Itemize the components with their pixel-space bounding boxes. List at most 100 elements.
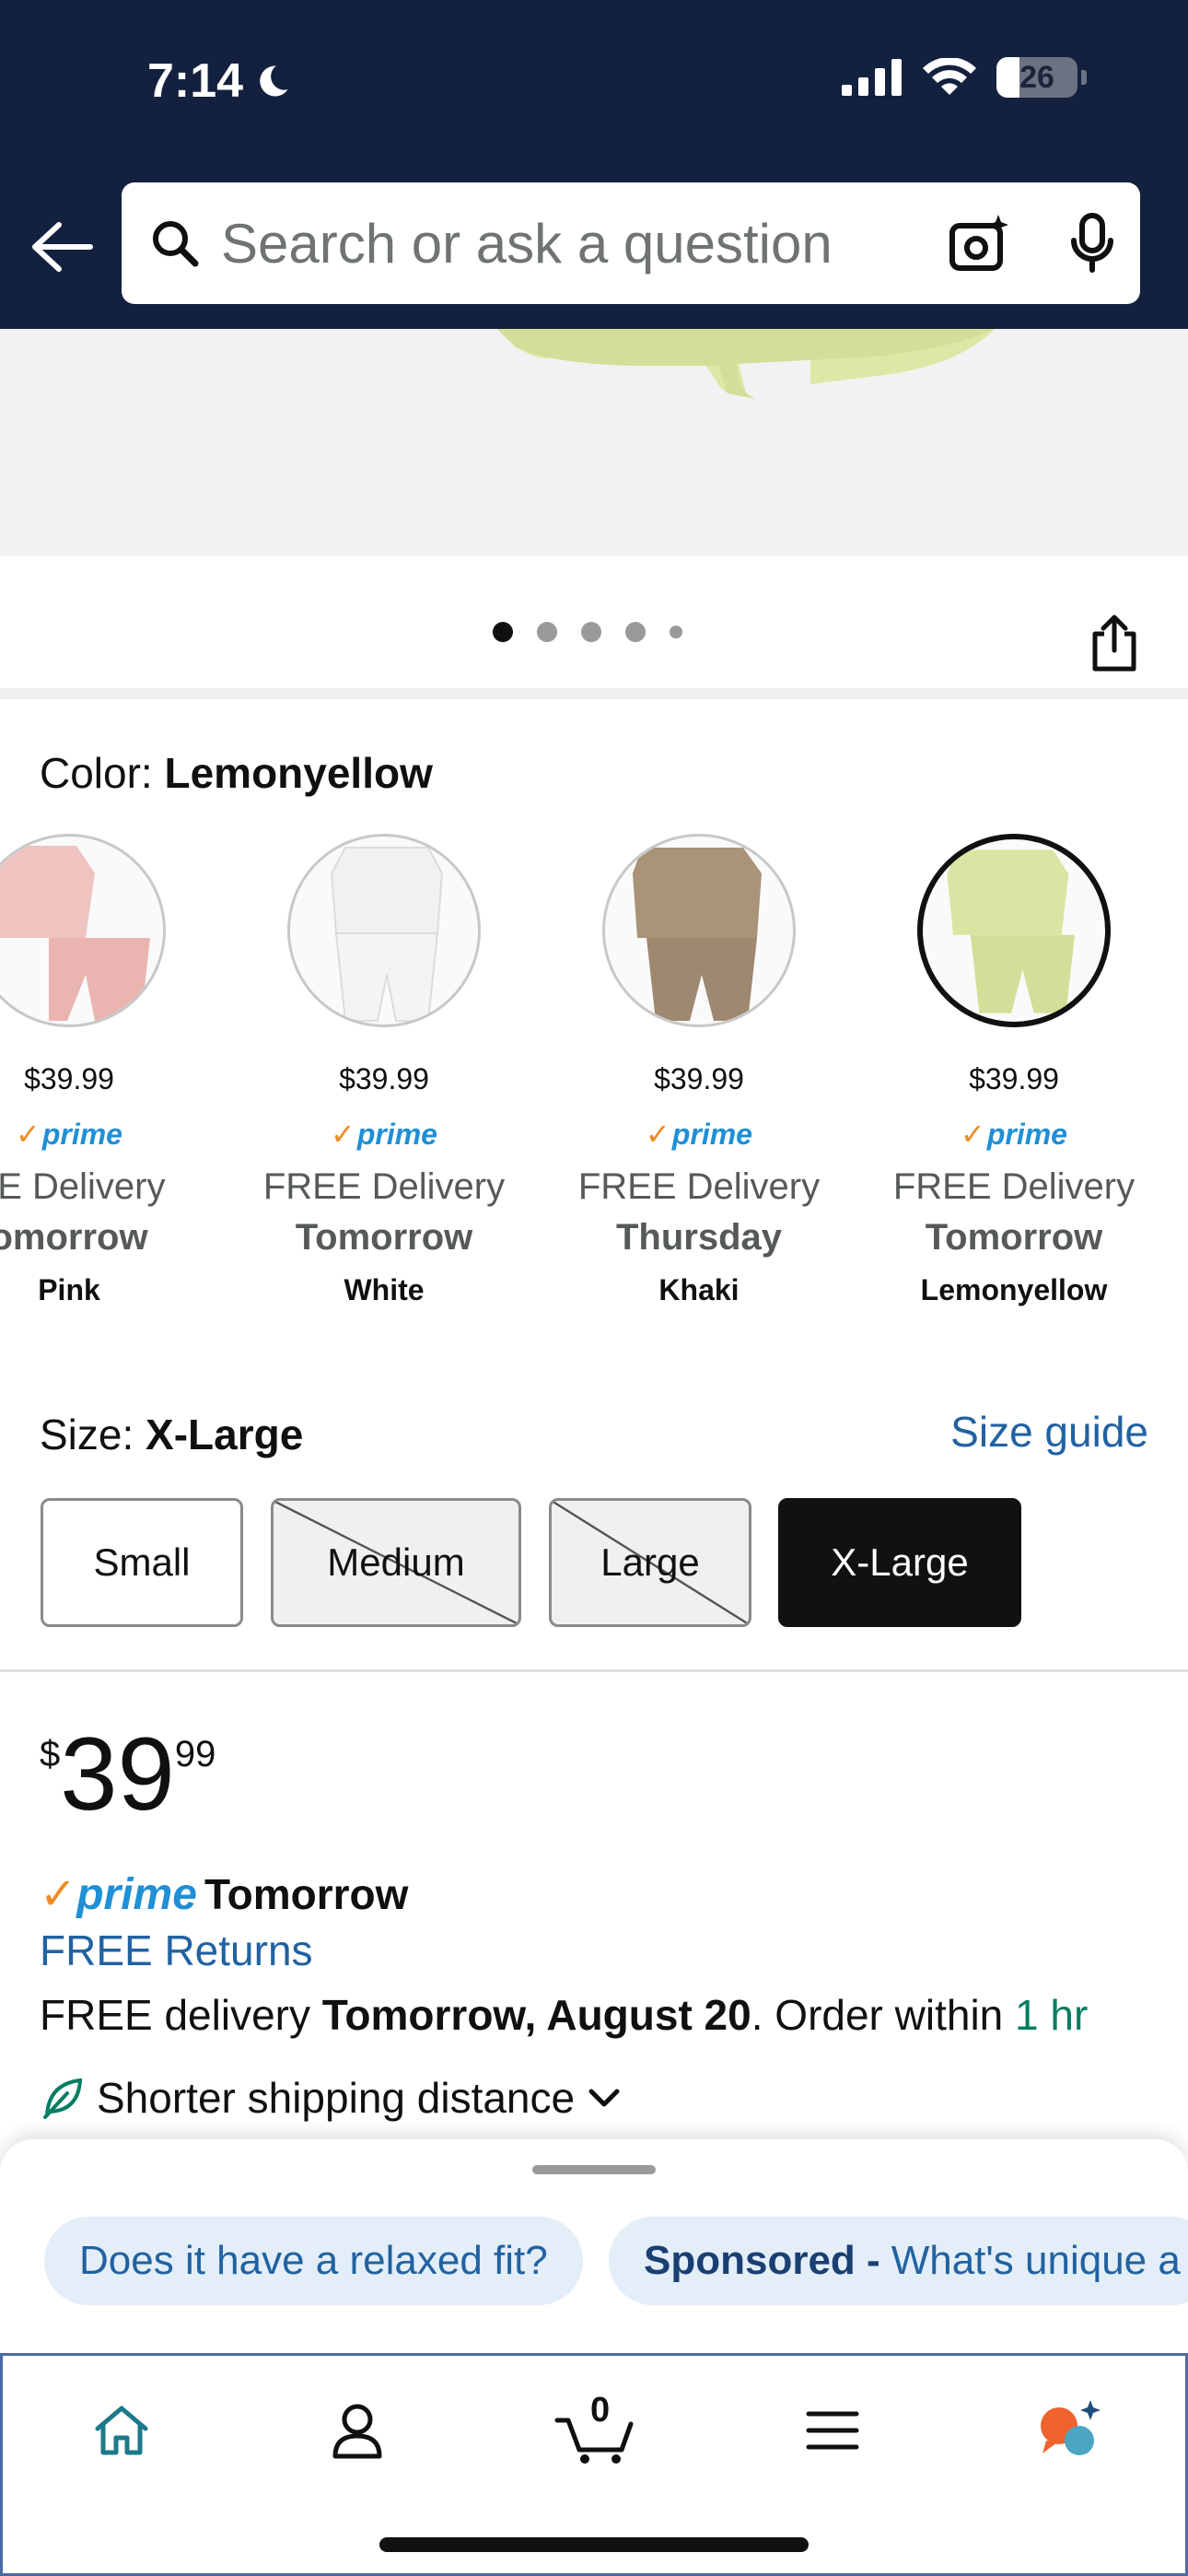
rufus-icon <box>1041 2400 1101 2455</box>
top-header: 7:14 26 Search or ask a question <box>0 0 1188 329</box>
home-icon <box>95 2406 148 2455</box>
nav-cart[interactable]: 0 <box>544 2389 646 2472</box>
share-button[interactable] <box>1087 611 1142 675</box>
suggestion-chip[interactable]: Does it have a relaxed fit? <box>44 2217 583 2305</box>
chevron-down-icon <box>588 2089 620 2107</box>
prime-delivery-line: ✓ prime Tomorrow <box>40 1868 408 1920</box>
prime-check-icon: ✓ <box>331 1118 355 1151</box>
delivery-middle: . Order within <box>751 1991 1016 2039</box>
pager-dot[interactable] <box>493 622 513 642</box>
nav-menu[interactable] <box>782 2389 883 2472</box>
product-photo-shorts <box>497 329 995 399</box>
nav-account[interactable] <box>307 2389 408 2472</box>
prime-badge: ✓ prime <box>552 1117 846 1152</box>
swatch-image <box>0 834 166 1027</box>
prime-delivery-day: Tomorrow <box>204 1870 409 1918</box>
nav-rufus[interactable] <box>1019 2389 1121 2472</box>
suggestion-sheet: Does it have a relaxed fit? Sponsored -W… <box>0 2139 1188 2353</box>
delivery-date: Tomorrow, August 20 <box>321 1991 751 2039</box>
chip-text: Does it have a relaxed fit? <box>79 2238 548 2283</box>
swatch-delivery-day: omorrow <box>0 1217 148 1258</box>
size-option-small[interactable]: Small <box>41 1498 243 1627</box>
suggestion-chip-sponsored[interactable]: Sponsored - What's unique a <box>609 2217 1188 2305</box>
prime-text: prime <box>356 1117 437 1151</box>
product-image[interactable] <box>0 329 1188 556</box>
size-option-label: Small <box>93 1540 191 1584</box>
swatch-image <box>602 834 796 1027</box>
size-label-prefix: Size: <box>40 1411 146 1458</box>
price-fraction: 99 <box>174 1734 216 1774</box>
pager-dot[interactable] <box>537 622 557 642</box>
pager-dot[interactable] <box>581 622 601 642</box>
swatch-delivery: FREE Delivery <box>892 1166 1136 1207</box>
share-icon <box>1092 615 1136 672</box>
swatch-delivery-day: Tomorrow <box>925 1217 1103 1258</box>
swatch-image-selected <box>917 834 1111 1027</box>
time-text: 7:14 <box>147 54 244 108</box>
microphone-icon[interactable] <box>1065 211 1120 275</box>
size-label: Size: X-Large <box>40 1410 303 1459</box>
swatch-name: Khaki <box>658 1273 740 1306</box>
size-option-medium[interactable]: Medium <box>271 1498 521 1627</box>
color-selected-value: Lemonyellow <box>164 749 433 797</box>
swatch-image <box>287 834 481 1027</box>
wifi-icon <box>923 58 976 95</box>
color-swatch-pink[interactable]: $39.99 ✓prime EE Delivery omorrow Pink <box>0 834 216 1307</box>
size-guide-link[interactable]: Size guide <box>950 1407 1148 1457</box>
swatch-delivery: EE Delivery <box>0 1166 166 1207</box>
size-option-label: Medium <box>327 1540 465 1584</box>
size-option-large[interactable]: Large <box>549 1498 751 1627</box>
leaf-icon <box>43 2078 83 2119</box>
color-swatch-lemonyellow[interactable]: $39.99 ✓ prime FREE Delivery Tomorrow Lem… <box>867 834 1161 1307</box>
prime-badge: ✓ prime <box>867 1117 1161 1152</box>
swatch-price: $39.99 <box>24 1062 114 1095</box>
swatch-name: Pink <box>38 1273 100 1306</box>
prime-badge: ✓ prime <box>0 1117 216 1152</box>
size-option-label: Large <box>600 1540 700 1584</box>
color-swatch-khaki[interactable]: $39.99 ✓ prime FREE Delivery Thursday Kha… <box>552 834 846 1307</box>
arrow-left-icon <box>32 222 93 272</box>
back-button[interactable] <box>26 214 98 280</box>
prime-logo: prime <box>76 1869 197 1919</box>
price-currency: $ <box>40 1734 61 1774</box>
pager-dot[interactable] <box>625 622 646 642</box>
swatch-name: White <box>344 1273 425 1306</box>
size-option-label: X-Large <box>831 1540 969 1584</box>
prime-text: prime <box>671 1117 752 1151</box>
free-returns-link[interactable]: FREE Returns <box>40 1926 313 1975</box>
menu-icon <box>806 2411 859 2450</box>
chip-text: What's unique a <box>891 2238 1181 2283</box>
sheet-drag-handle[interactable] <box>532 2165 656 2174</box>
account-icon <box>332 2404 382 2459</box>
nav-home[interactable] <box>71 2389 172 2472</box>
color-label: Color: Lemonyellow <box>40 748 433 798</box>
chip-sponsored-label: Sponsored - <box>644 2238 880 2283</box>
delivery-info: FREE delivery Tomorrow, August 20. Order… <box>40 1990 1088 2040</box>
signal-icon <box>842 59 902 96</box>
battery-icon: 26 <box>996 57 1077 98</box>
section-divider <box>0 1669 1188 1672</box>
prime-text: prime <box>986 1117 1067 1151</box>
image-pager-bar <box>0 556 1188 699</box>
pager-dot[interactable] <box>670 626 682 638</box>
color-swatch-white[interactable]: $39.99 ✓ prime FREE Delivery Tomorrow Whi… <box>237 834 531 1307</box>
image-pager-dots[interactable] <box>493 622 682 642</box>
shipping-distance-label: Shorter shipping distance <box>97 2074 576 2122</box>
shipping-distance-toggle[interactable]: Shorter shipping distance <box>40 2073 623 2123</box>
camera-search-icon[interactable] <box>947 211 1011 275</box>
size-selected-value: X-Large <box>146 1411 304 1458</box>
swatch-delivery-day: Thursday <box>615 1217 783 1258</box>
prime-check-icon: ✓ <box>16 1118 41 1151</box>
swatch-price: $39.99 <box>654 1062 744 1095</box>
swatch-delivery: FREE Delivery <box>577 1166 821 1207</box>
prime-check-icon: ✓ <box>961 1118 985 1151</box>
prime-badge: ✓ prime <box>237 1117 531 1152</box>
status-icons: 26 <box>842 57 1087 98</box>
delivery-countdown: 1 hr <box>1015 1991 1089 2039</box>
prime-check-icon: ✓ <box>40 1870 77 1919</box>
size-option-x-large[interactable]: X-Large <box>778 1498 1021 1627</box>
swatch-price: $39.99 <box>969 1062 1059 1095</box>
search-input[interactable]: Search or ask a question <box>122 182 1140 304</box>
swatch-name: Lemonyellow <box>920 1273 1108 1306</box>
color-label-prefix: Color: <box>40 749 165 797</box>
